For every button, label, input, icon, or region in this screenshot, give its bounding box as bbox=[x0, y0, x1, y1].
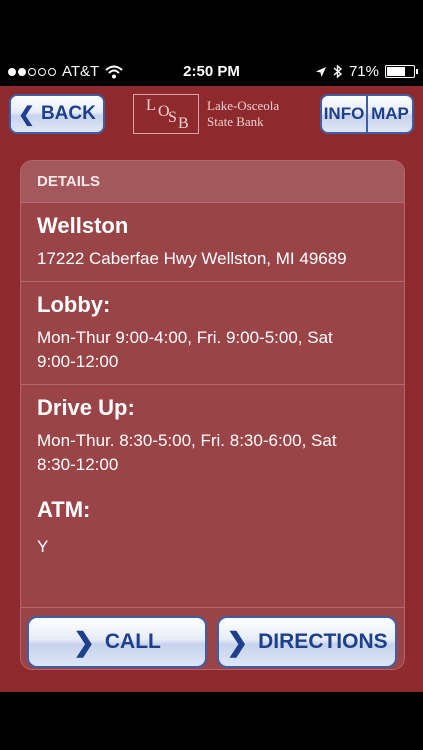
lobby-hours-line-1: Mon-Thur 9:00-4:00, Fri. 9:00-5:00, Sat bbox=[37, 328, 333, 347]
battery-fill bbox=[387, 67, 406, 76]
lobby-row: Lobby: Mon-Thur 9:00-4:00, Fri. 9:00-5:0… bbox=[21, 282, 404, 385]
info-map-toggle: INFO MAP bbox=[320, 94, 414, 134]
chevron-left-icon: ❮ bbox=[18, 103, 35, 126]
status-bar: AT&T 2:50 PM 71% bbox=[0, 58, 423, 86]
drive-up-row: Drive Up: Mon-Thur. 8:30-5:00, Fri. 8:30… bbox=[21, 385, 404, 487]
drive-up-hours-line-1: Mon-Thur. 8:30-5:00, Fri. 8:30-6:00, Sat bbox=[37, 431, 337, 450]
content-area: DETAILS Wellston 17222 Caberfae Hwy Well… bbox=[0, 144, 423, 692]
drive-up-hours-line-2: 8:30-12:00 bbox=[37, 455, 119, 474]
atm-value: Y bbox=[37, 537, 49, 556]
call-button-label: CALL bbox=[104, 630, 161, 653]
lobby-hours-line-2: 9:00-12:00 bbox=[37, 352, 119, 371]
logo-monogram: L O S B bbox=[133, 94, 199, 134]
battery-percent: 71% bbox=[348, 63, 379, 80]
status-right: 71% bbox=[315, 63, 418, 80]
logo-letter: L bbox=[146, 97, 156, 114]
logo-letter: S bbox=[168, 109, 177, 126]
atm-title: ATM: bbox=[37, 497, 91, 522]
details-panel: DETAILS Wellston 17222 Caberfae Hwy Well… bbox=[20, 160, 405, 670]
action-bar: ❯ CALL ❯ DIRECTIONS bbox=[21, 607, 404, 669]
map-button[interactable]: MAP bbox=[366, 96, 412, 132]
atm-row: ATM: Y bbox=[21, 487, 404, 569]
lobby-title: Lobby: bbox=[37, 292, 111, 317]
branch-row: Wellston 17222 Caberfae Hwy Wellston, MI… bbox=[21, 203, 404, 282]
location-arrow-icon bbox=[315, 66, 326, 77]
battery-icon bbox=[385, 65, 418, 78]
logo-line-1: Lake-Osceola bbox=[207, 98, 280, 113]
logo-letter: B bbox=[178, 115, 189, 132]
bank-logo: L O S B Lake-Osceola State Bank bbox=[133, 92, 303, 136]
details-header: DETAILS bbox=[21, 161, 404, 203]
back-button-label: BACK bbox=[40, 103, 96, 124]
nav-bar: ❮ BACK L O S B Lake-Osceola State Bank I… bbox=[0, 86, 423, 144]
branch-name: Wellston bbox=[37, 213, 129, 238]
branch-address: 17222 Caberfae Hwy Wellston, MI 49689 bbox=[37, 249, 347, 268]
call-button[interactable]: ❯ CALL bbox=[27, 616, 207, 668]
logo-line-2: State Bank bbox=[207, 114, 264, 129]
chevron-right-icon: ❯ bbox=[226, 626, 249, 657]
logo-text: Lake-Osceola State Bank bbox=[207, 98, 279, 130]
drive-up-title: Drive Up: bbox=[37, 395, 135, 420]
directions-button[interactable]: ❯ DIRECTIONS bbox=[217, 616, 397, 668]
top-black-area bbox=[0, 0, 423, 58]
bluetooth-icon bbox=[333, 64, 343, 79]
back-button[interactable]: ❮ BACK bbox=[9, 94, 105, 134]
bottom-black-area bbox=[0, 692, 423, 750]
directions-button-label: DIRECTIONS bbox=[258, 630, 388, 653]
info-button[interactable]: INFO bbox=[322, 96, 366, 132]
chevron-right-icon: ❯ bbox=[73, 626, 95, 657]
